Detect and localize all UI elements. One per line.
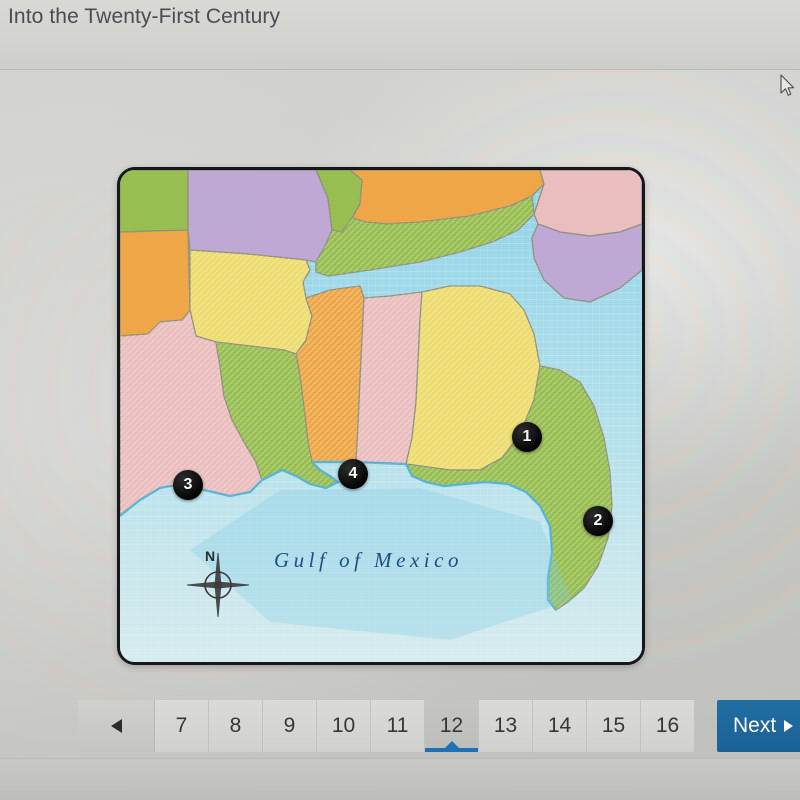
- page-number-14-label: 14: [547, 714, 572, 737]
- page-number-11[interactable]: 11: [371, 700, 425, 752]
- active-page-caret-icon: [443, 741, 460, 749]
- map-marker-4-label: 4: [348, 465, 358, 482]
- map-marker-2-label: 2: [593, 512, 603, 529]
- page-number-7[interactable]: 7: [155, 700, 209, 752]
- page-number-8[interactable]: 8: [209, 700, 263, 752]
- triangle-right-icon: [784, 720, 794, 732]
- compass-rose-icon: [186, 552, 250, 618]
- page-number-9[interactable]: 9: [263, 700, 317, 752]
- page-number-13-label: 13: [493, 714, 518, 737]
- page-number-10-label: 10: [331, 714, 356, 737]
- page-number-15[interactable]: 15: [587, 700, 641, 752]
- page-number-16[interactable]: 16: [641, 700, 695, 752]
- triangle-left-icon: [110, 719, 122, 733]
- gulf-of-mexico-label: Gulf of Mexico: [274, 548, 463, 572]
- page-number-15-label: 15: [601, 714, 626, 737]
- map-marker-2[interactable]: 2: [583, 506, 613, 536]
- map-marker-4[interactable]: 4: [338, 459, 368, 489]
- pagination-bar: 7 8 9 10 11 12 13 14 15 16: [78, 700, 695, 752]
- page-number-12-label: 12: [439, 714, 464, 737]
- next-page-button[interactable]: Next: [717, 700, 800, 752]
- page-number-11-label: 11: [386, 714, 409, 737]
- page-number-9-label: 9: [283, 714, 296, 737]
- map-marker-3[interactable]: 3: [173, 470, 203, 500]
- page-number-16-label: 16: [655, 714, 680, 737]
- map-marker-1[interactable]: 1: [512, 422, 542, 452]
- app-header: Into the Twenty-First Century: [0, 0, 800, 70]
- page-number-10[interactable]: 10: [317, 700, 371, 752]
- page-number-8-label: 8: [229, 714, 242, 737]
- next-page-label: Next: [733, 714, 777, 737]
- page-number-13[interactable]: 13: [479, 700, 533, 752]
- page-title: Into the Twenty-First Century: [8, 5, 281, 28]
- page-number-14[interactable]: 14: [533, 700, 587, 752]
- page-number-7-label: 7: [175, 714, 188, 737]
- map-marker-3-label: 3: [183, 476, 193, 493]
- previous-page-button[interactable]: [78, 700, 155, 752]
- map-marker-1-label: 1: [522, 428, 532, 445]
- page-number-12-active[interactable]: 12: [425, 700, 479, 752]
- bottom-strip: [0, 758, 800, 800]
